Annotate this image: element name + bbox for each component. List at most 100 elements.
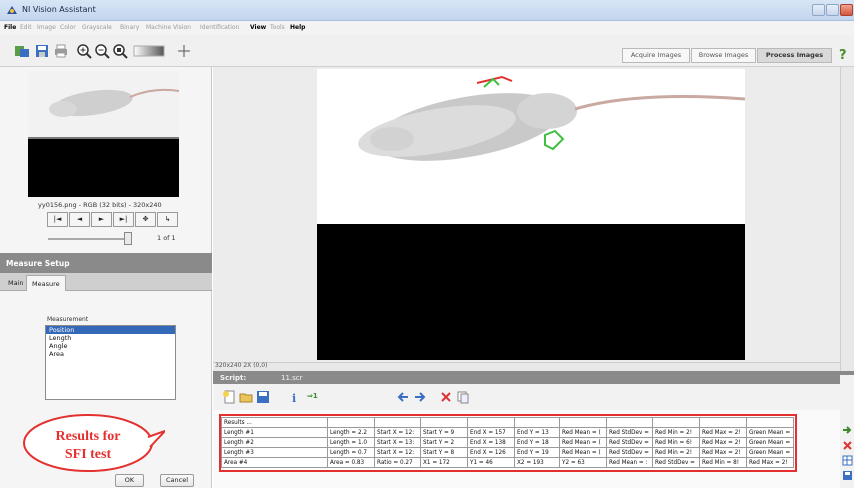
close-button[interactable]: [840, 4, 853, 16]
result-value-cell: Green Mean =: [746, 427, 794, 438]
measurement-label: Measurement: [47, 316, 89, 323]
run-once-button[interactable]: ⇒1: [307, 392, 318, 400]
result-value-cell: Red Max = 2!: [746, 457, 794, 468]
annotation-line-2: SFI test: [65, 447, 112, 462]
table-row[interactable]: Length #1 Length = 2.2 Start X = 12: Start …: [221, 427, 794, 438]
main-image[interactable]: [317, 69, 745, 360]
result-value-cell: End X = 157: [467, 427, 515, 438]
result-value-cell: Y2 = 63: [559, 457, 607, 468]
image-vertical-scrollbar[interactable]: [840, 67, 854, 375]
process-images-button[interactable]: Process Images: [757, 48, 832, 63]
result-value-cell: Red StdDev =: [606, 447, 653, 458]
result-value-cell: End Y = 18: [514, 437, 560, 448]
table-row[interactable]: Length #2 Length = 1.0 Start X = 13: Start …: [221, 437, 794, 448]
ok-button[interactable]: OK: [115, 474, 144, 487]
last-image-button[interactable]: ►|: [113, 212, 134, 227]
results-grid-icon[interactable]: [842, 455, 853, 466]
result-value-cell: Length = 1.0: [327, 437, 375, 448]
script-toolbar: i ⇒1: [213, 384, 840, 410]
menu-edit[interactable]: Edit: [20, 24, 32, 31]
delete-step-icon[interactable]: [439, 390, 453, 404]
table-row[interactable]: Length #3 Length = 0.7 Start X = 12: Start …: [221, 447, 794, 458]
menu-help[interactable]: Help: [290, 24, 305, 31]
measurement-list[interactable]: Position Length Angle Area: [45, 325, 176, 400]
table-row: Results ...: [221, 417, 794, 428]
tab-main[interactable]: Main: [3, 275, 29, 291]
image-slider-track[interactable]: [48, 238, 132, 240]
result-value-cell: End Y = 13: [514, 427, 560, 438]
result-value-cell: Start X = 12:: [374, 427, 421, 438]
result-value-cell: Red Mean = (: [559, 447, 607, 458]
svg-text:i: i: [292, 392, 296, 404]
measure-setup-title: Measure Setup: [0, 253, 212, 273]
result-value-cell: Start Y = 2: [420, 437, 468, 448]
result-value-cell: Y1 = 46: [467, 457, 515, 468]
menu-file[interactable]: File: [4, 24, 16, 31]
thumbnail-image[interactable]: [28, 71, 179, 197]
zoom-out-icon[interactable]: [94, 43, 110, 59]
result-value-cell: Area = 0.83: [327, 457, 375, 468]
image-slider-thumb[interactable]: [124, 232, 132, 245]
option-area[interactable]: Area: [46, 350, 175, 358]
menu-image[interactable]: Image: [37, 24, 56, 31]
image-horizontal-scrollbar[interactable]: [213, 362, 840, 371]
table-row[interactable]: Area #4 Area = 0.83 Ratio = 0.27 X1 = 172 Y1…: [221, 457, 794, 468]
zoom-in-icon[interactable]: [76, 43, 92, 59]
rat-thumbnail-icon: [28, 71, 179, 139]
save-results-icon[interactable]: [842, 470, 853, 481]
result-value-cell: Red Mean = (: [559, 437, 607, 448]
svg-text:?: ?: [839, 48, 847, 62]
info-icon[interactable]: i: [287, 390, 301, 404]
menu-binary[interactable]: Binary: [120, 24, 139, 31]
result-value-cell: Red Max = 2!: [699, 427, 747, 438]
browse-images-button[interactable]: Browse Images: [691, 48, 756, 63]
arrow-left-icon[interactable]: [396, 390, 410, 404]
help-icon[interactable]: ?: [836, 46, 850, 62]
menu-color[interactable]: Color: [60, 24, 76, 31]
select-image-button[interactable]: ✥: [135, 212, 156, 227]
rat-image-icon: [317, 69, 745, 360]
save-icon[interactable]: [34, 43, 50, 59]
tab-measure[interactable]: Measure: [26, 275, 66, 291]
open-script-icon[interactable]: [239, 390, 253, 404]
result-value-cell: Ratio = 0.27: [374, 457, 421, 468]
option-length[interactable]: Length: [46, 334, 175, 342]
acquire-icon[interactable]: [14, 43, 30, 59]
export-results-icon[interactable]: [842, 425, 853, 436]
result-value-cell: End X = 126: [467, 447, 515, 458]
menu-tools[interactable]: Tools: [270, 24, 285, 31]
color-palette-icon[interactable]: [133, 43, 165, 59]
copy-step-icon[interactable]: [456, 390, 470, 404]
acquire-images-button[interactable]: Acquire Images: [622, 48, 690, 63]
result-name-cell: Length #3: [221, 447, 328, 458]
option-position[interactable]: Position: [46, 326, 175, 334]
cursor-icon[interactable]: [176, 43, 192, 59]
save-script-icon[interactable]: [256, 390, 270, 404]
open-image-button[interactable]: ↳: [157, 212, 178, 227]
print-icon[interactable]: [53, 43, 69, 59]
result-value-cell: Start X = 12:: [374, 447, 421, 458]
cancel-button[interactable]: Cancel: [160, 474, 194, 487]
next-image-button[interactable]: ►: [91, 212, 112, 227]
menu-bar: File Edit Image Color Grayscale Binary M…: [0, 21, 854, 35]
results-header: Results ...: [221, 417, 328, 428]
page-indicator: 1 of 1: [157, 234, 176, 242]
arrow-right-icon[interactable]: [413, 390, 427, 404]
maximize-button[interactable]: [826, 4, 839, 16]
minimize-button[interactable]: [812, 4, 825, 16]
result-value-cell: Red Mean = :: [606, 457, 653, 468]
result-name-cell: Length #2: [221, 437, 328, 448]
first-image-button[interactable]: |◄: [47, 212, 68, 227]
option-angle[interactable]: Angle: [46, 342, 175, 350]
menu-identification[interactable]: Identification: [200, 24, 239, 31]
new-script-icon[interactable]: [222, 390, 236, 404]
menu-machine-vision[interactable]: Machine Vision: [146, 24, 191, 31]
right-toolbar: [840, 375, 854, 488]
previous-image-button[interactable]: ◄: [69, 212, 90, 227]
menu-grayscale[interactable]: Grayscale: [82, 24, 112, 31]
clear-results-icon[interactable]: [842, 440, 853, 451]
zoom-fit-icon[interactable]: [112, 43, 128, 59]
menu-view[interactable]: View: [250, 24, 266, 31]
result-value-cell: Red StdDev =: [606, 437, 653, 448]
result-name-cell: Area #4: [221, 457, 328, 468]
